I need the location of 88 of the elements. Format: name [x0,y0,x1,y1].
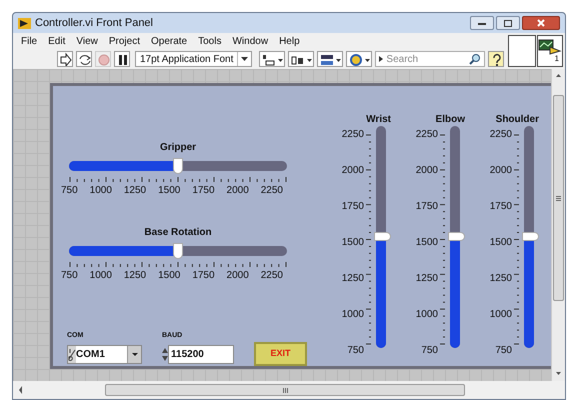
scale-label: 2000 [226,184,249,198]
scale-label: 2000 [490,166,512,176]
menu-item[interactable]: Help [279,34,300,48]
slider-track[interactable] [69,161,287,171]
scroll-left-icon[interactable] [17,384,25,396]
slider-label: Gripper [160,141,196,155]
scale-label: 2250 [342,130,364,140]
scale-label: 2250 [260,184,283,198]
slider-label: Elbow [436,113,465,127]
vertical-scrollbar[interactable] [551,69,565,381]
maximize-icon [504,20,512,26]
font-dropdown[interactable]: 17pt Application Font [135,51,252,67]
scale-label: 1000 [90,269,112,283]
scale-label: 1500 [158,184,180,198]
scale-label: 2000 [226,269,249,283]
horizontal-scroll-thumb[interactable] [105,384,465,396]
scale-label: 1500 [490,238,512,248]
scale-label: 1500 [342,238,364,248]
scale-label: 750 [61,269,78,283]
scale-label: 1000 [90,184,112,198]
scale-label: 2000 [416,166,438,176]
scale-label: 1250 [342,274,364,284]
close-button[interactable] [522,16,560,30]
scale-label: 2250 [416,130,438,140]
help-icon[interactable] [488,51,504,67]
scale-label: 750 [346,346,364,356]
reorder-icon[interactable] [346,51,372,67]
scale-label: 1250 [490,274,512,284]
scale-label: 1750 [192,184,215,198]
slider-thumb[interactable] [173,243,183,259]
scale-label: 2250 [260,269,283,283]
minimize-button[interactable] [470,16,494,30]
slider-thumb[interactable] [374,232,391,241]
search-field[interactable]: Search [375,51,486,67]
caret-icon [241,57,248,61]
scale-label: 1750 [192,269,215,283]
scale-label: 1000 [416,310,438,320]
menu-item[interactable]: Window [232,34,268,48]
menu-item[interactable]: Edit [48,34,66,48]
resize-icon[interactable] [317,51,344,67]
slider-thumb[interactable] [448,232,465,241]
vi-graph-icon [538,39,562,55]
scroll-thumb[interactable] [553,95,564,301]
app-logo-icon [18,18,31,28]
scale-label: 1250 [124,269,146,283]
menu-item[interactable]: Operate [150,34,188,48]
scale-label: 1750 [416,202,438,212]
scale-label: 750 [494,346,512,356]
caret-icon [379,56,384,62]
scale-label: 750 [420,346,438,356]
menu-item[interactable]: View [76,34,98,48]
close-icon [537,19,545,27]
slider-label: Shoulder [496,113,539,127]
scale-label: 1500 [416,238,438,248]
distribute-icon[interactable] [288,51,314,67]
slider-thumb[interactable] [522,232,539,241]
scale-label: 1250 [416,274,438,284]
scale-label: 1750 [490,202,512,212]
baud-field[interactable]: 115200 [168,344,234,364]
scale-label: 2000 [342,166,364,176]
scale-label: 2250 [490,130,512,140]
slider-track[interactable] [450,126,460,348]
io-resource-icon [68,346,76,362]
com-dropdown[interactable]: COM1 [67,344,142,364]
scale-label: 1250 [124,184,146,198]
slider-track[interactable] [376,126,386,348]
scale-label: 1000 [490,310,512,320]
increment-arrows-icon[interactable] [162,346,168,362]
maximize-button[interactable] [496,16,520,30]
align-icon[interactable] [259,51,286,67]
menu-item[interactable]: Tools [198,34,222,48]
connector-count: 1 [554,55,559,63]
window-title: Controller.vi Front Panel [35,16,153,31]
scale-label: 1500 [158,269,180,283]
menu-item[interactable]: File [21,34,38,48]
pause-icon[interactable] [114,51,130,67]
minimize-icon [478,22,486,24]
search-icon [469,53,482,65]
menu-item[interactable]: Project [108,34,140,48]
scale-label: 1750 [342,202,364,212]
slider-track[interactable] [69,246,287,256]
scale-label: 750 [61,184,78,198]
slider-track[interactable] [524,126,534,348]
slider-label: Base Rotation [144,226,212,240]
slider-label: Wrist [366,113,391,127]
run-continuously-icon[interactable] [76,51,92,67]
scale-label: 1000 [342,310,364,320]
slider-thumb[interactable] [173,158,183,174]
